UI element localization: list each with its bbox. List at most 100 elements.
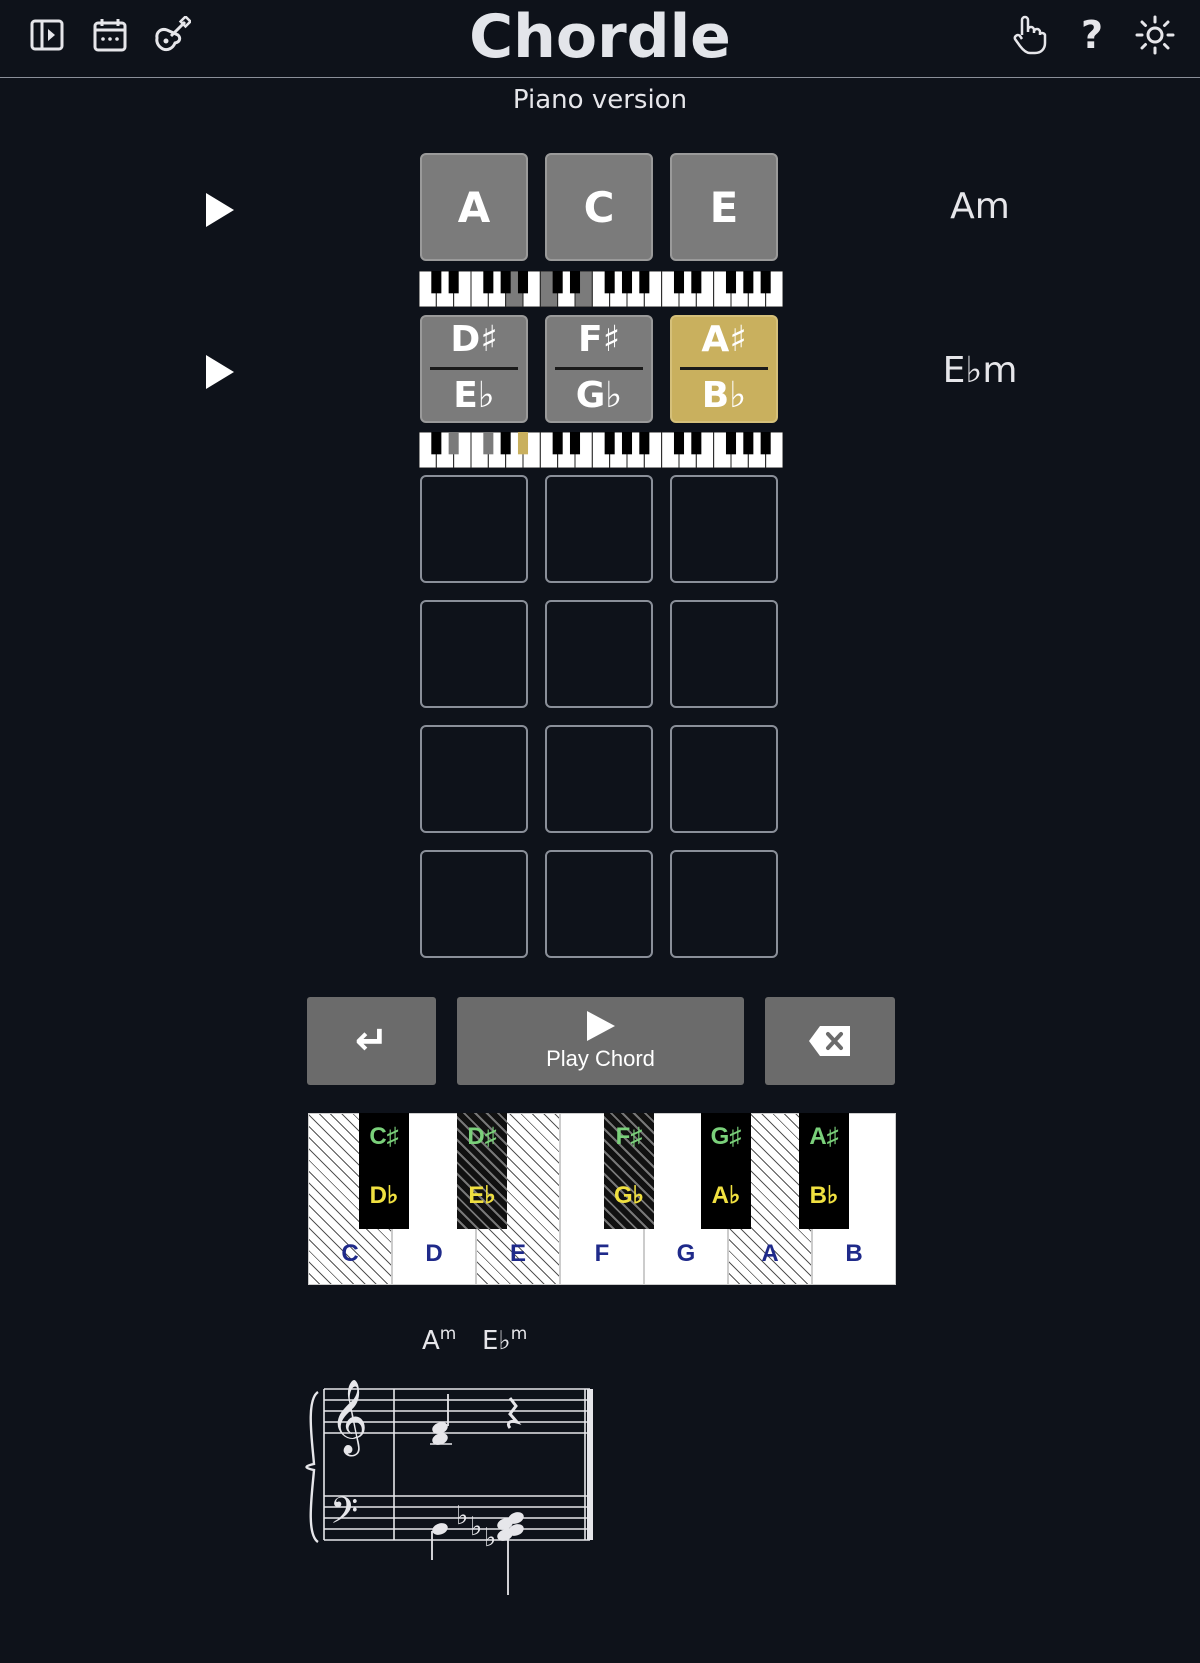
- tile-r3-c2: [545, 475, 653, 583]
- mini-black-key: [517, 432, 529, 455]
- mini-black-key: [673, 271, 685, 294]
- mini-black-key: [621, 432, 633, 455]
- tile-divider: [680, 367, 768, 370]
- mini-black-key: [725, 432, 737, 455]
- tile-r5-c3: [670, 725, 778, 833]
- mini-black-key: [483, 271, 494, 294]
- piano-keyboard: C D E F G A B C♯ D♭ D♯ E♭ F♯ G♭ G♯ A♭ A♯…: [308, 1113, 896, 1285]
- tile-r5-c2: [545, 725, 653, 833]
- mini-black-key: [760, 432, 771, 455]
- tile-r2-c3: A♯ B♭: [670, 315, 778, 423]
- backspace-button[interactable]: [765, 997, 895, 1085]
- key-d-sharp[interactable]: D♯ E♭: [457, 1113, 507, 1229]
- enter-button[interactable]: ↵: [307, 997, 436, 1085]
- chord-root: E♭: [482, 1326, 511, 1356]
- hand-pointer-icon[interactable]: [1008, 14, 1050, 56]
- tile-r4-c1: [420, 600, 528, 708]
- mini-black-key: [604, 271, 615, 294]
- tile-r6-c1: [420, 850, 528, 958]
- key-sharp-label: F♯: [615, 1123, 643, 1150]
- key-f-sharp[interactable]: F♯ G♭: [604, 1113, 654, 1229]
- mini-keyboard-row-2: [419, 432, 783, 468]
- tile-flat: G♭: [575, 375, 623, 416]
- mini-black-key: [639, 271, 650, 294]
- chord-root: A: [422, 1326, 440, 1356]
- help-icon[interactable]: ?: [1071, 13, 1113, 57]
- key-label: G: [676, 1240, 696, 1267]
- mini-black-key: [604, 432, 615, 455]
- tile-note: E: [709, 182, 739, 232]
- sun-icon[interactable]: [1134, 14, 1176, 56]
- chord-name-row-1: Am: [950, 186, 1010, 227]
- key-label: A: [761, 1240, 779, 1267]
- mini-black-key: [517, 271, 529, 294]
- mini-black-key: [691, 271, 702, 294]
- key-sharp-label: D♯: [467, 1123, 497, 1150]
- key-label: C: [341, 1240, 359, 1267]
- score-chord-labels: Am E♭m: [420, 1324, 620, 1362]
- tile-r5-c1: [420, 725, 528, 833]
- key-sharp-label: G♯: [710, 1123, 742, 1150]
- tile-r2-c2: F♯ G♭: [545, 315, 653, 423]
- tile-r6-c2: [545, 850, 653, 958]
- enter-icon: ↵: [354, 1018, 389, 1064]
- svg-text:♭: ♭: [470, 1512, 482, 1542]
- tile-r4-c3: [670, 600, 778, 708]
- svg-text:♭: ♭: [456, 1501, 468, 1531]
- svg-text:𝄞: 𝄞: [330, 1380, 368, 1457]
- tile-note: C: [583, 182, 615, 232]
- key-flat-label: G♭: [614, 1182, 644, 1209]
- mini-black-key: [673, 432, 685, 455]
- mini-black-key: [743, 271, 754, 294]
- tile-r1-c3: E: [670, 153, 778, 261]
- tile-divider: [430, 367, 518, 370]
- mini-black-key: [569, 432, 581, 455]
- mini-black-key: [691, 432, 702, 455]
- mini-black-key: [448, 432, 459, 455]
- key-a-sharp[interactable]: A♯ B♭: [799, 1113, 849, 1229]
- chord-quality: m: [439, 1324, 457, 1344]
- tile-r3-c3: [670, 475, 778, 583]
- tile-note: A: [457, 182, 491, 232]
- play-icon: [586, 1011, 615, 1041]
- tile-flat: B♭: [701, 375, 747, 416]
- tile-sharp: D♯: [450, 319, 498, 360]
- tile-r1-c2: C: [545, 153, 653, 261]
- mini-black-key: [448, 271, 459, 294]
- key-label: D: [425, 1240, 443, 1267]
- play-row-1-button[interactable]: [206, 193, 234, 227]
- key-flat-label: A♭: [711, 1182, 741, 1209]
- mini-black-key: [639, 432, 650, 455]
- svg-text:♭: ♭: [484, 1523, 496, 1553]
- tile-r3-c1: [420, 475, 528, 583]
- key-flat-label: D♭: [369, 1182, 399, 1209]
- header: Chordle ?: [0, 0, 1200, 78]
- mini-black-key: [552, 432, 563, 455]
- svg-text:𝄢: 𝄢: [330, 1490, 358, 1541]
- score-chord-2: E♭m: [482, 1324, 528, 1356]
- key-g-sharp[interactable]: G♯ A♭: [701, 1113, 751, 1229]
- play-chord-label: Play Chord: [546, 1046, 655, 1071]
- play-chord-button[interactable]: Play Chord: [457, 997, 744, 1085]
- mini-keyboard-row-1: [419, 271, 783, 307]
- tile-sharp: F♯: [577, 319, 620, 360]
- mini-black-key: [500, 271, 511, 294]
- key-sharp-label: C♯: [369, 1123, 399, 1150]
- tile-r4-c2: [545, 600, 653, 708]
- tile-flat: E♭: [453, 375, 495, 416]
- key-flat-label: E♭: [468, 1182, 496, 1209]
- key-sharp-label: A♯: [809, 1123, 839, 1150]
- mini-black-key: [725, 271, 737, 294]
- key-label: F: [594, 1240, 610, 1267]
- chord-quality: m: [510, 1324, 528, 1344]
- music-staff: 𝄞 𝄢 ♭ ♭ ♭: [305, 1380, 593, 1595]
- play-row-2-button[interactable]: [206, 355, 234, 389]
- mini-black-key: [569, 271, 581, 294]
- mini-black-key: [483, 432, 494, 455]
- mini-black-key: [743, 432, 754, 455]
- tile-r1-c1: A: [420, 153, 528, 261]
- key-label: B: [845, 1240, 863, 1267]
- subtitle: Piano version: [512, 85, 688, 115]
- key-c-sharp[interactable]: C♯ D♭: [359, 1113, 409, 1229]
- mini-black-key: [431, 432, 442, 455]
